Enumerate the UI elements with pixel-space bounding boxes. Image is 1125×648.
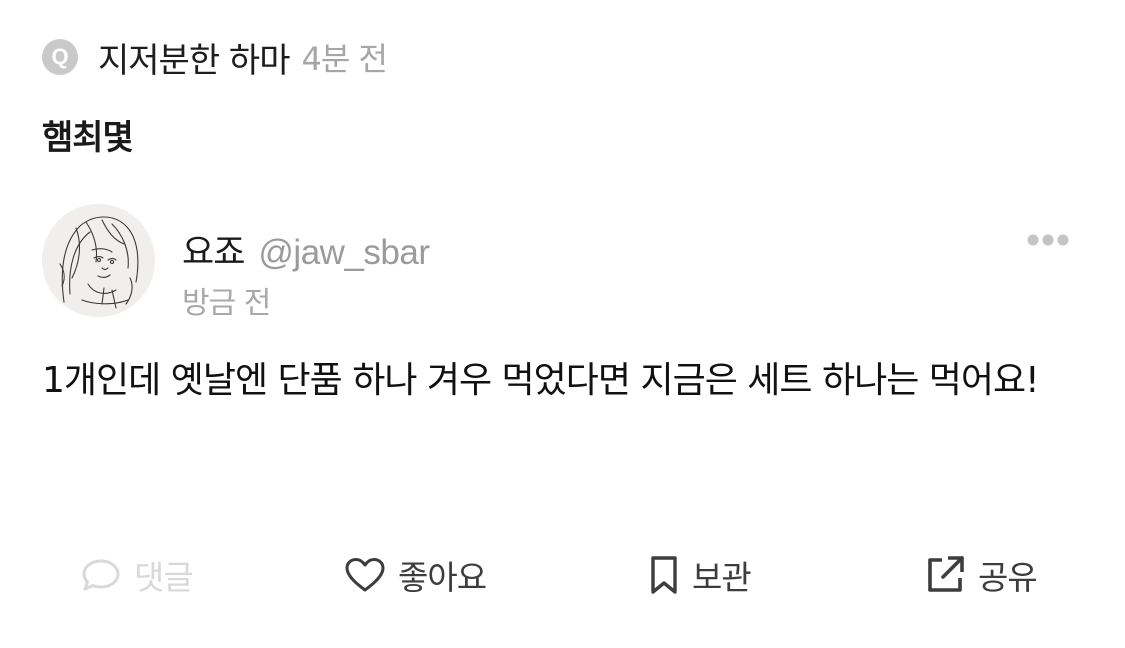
action-bar: 댓글 좋아요 보관 공유 [0, 548, 1125, 602]
question-header: Q 지저분한 하마 4분 전 [42, 33, 388, 82]
question-author[interactable]: 지저분한 하마 [98, 33, 290, 82]
heart-icon [344, 556, 386, 594]
avatar-sketch-image [42, 204, 155, 317]
like-button[interactable]: 좋아요 [344, 548, 487, 602]
answer-author-name[interactable]: 요죠 [182, 224, 245, 275]
answer-author-row: 요죠 @jaw_sbar [182, 224, 430, 276]
comment-button[interactable]: 댓글 [80, 548, 194, 602]
speech-bubble-icon [80, 557, 122, 593]
answer-timestamp: 방금 전 [182, 286, 271, 321]
comment-label: 댓글 [134, 558, 194, 597]
answer-author-handle[interactable]: @jaw_sbar [258, 233, 430, 273]
like-label: 좋아요 [398, 558, 487, 597]
answer-body: 1개인데 옛날엔 단품 하나 겨우 먹었다면 지금은 세트 하나는 먹어요! [42, 360, 1040, 401]
question-timestamp: 4분 전 [301, 40, 388, 78]
save-button[interactable]: 보관 [648, 548, 752, 602]
more-dots-icon [1027, 234, 1069, 246]
share-button[interactable]: 공유 [924, 548, 1038, 602]
bookmark-icon [648, 555, 680, 595]
question-badge-label: Q [51, 44, 69, 69]
share-label: 공유 [978, 558, 1038, 597]
save-label: 보관 [692, 558, 752, 597]
avatar[interactable] [42, 204, 155, 317]
more-options-button[interactable] [1020, 224, 1076, 256]
question-title: 햄최몇 [42, 118, 134, 158]
share-external-icon [924, 554, 966, 596]
question-badge-icon: Q [42, 39, 78, 75]
